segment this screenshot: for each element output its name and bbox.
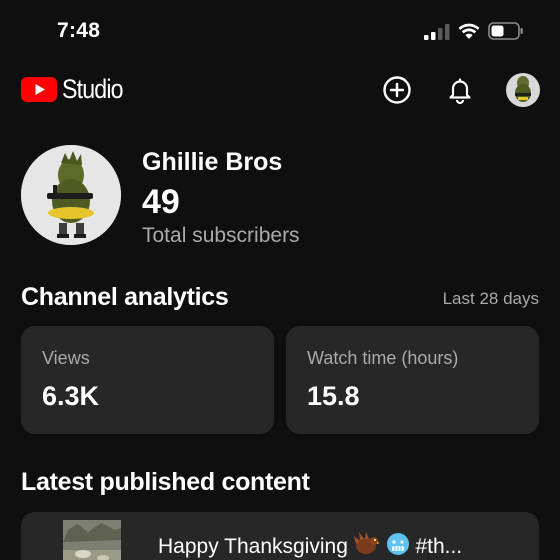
cellular-signal-icon xyxy=(424,24,450,40)
create-button[interactable] xyxy=(381,74,413,106)
create-icon xyxy=(383,76,411,104)
studio-home-screen: 7:48 Studio Ghillie Bros 49 Total subscr… xyxy=(0,0,560,560)
channel-section: Ghillie Bros 49 Total subscribers xyxy=(0,145,560,255)
bell-icon xyxy=(449,78,471,105)
ghillie-character-image xyxy=(21,145,121,245)
watch-time-card[interactable]: Watch time (hours) 15.8 xyxy=(286,326,539,434)
video-title[interactable]: Happy Thanksgiving #th... xyxy=(158,532,462,559)
analytics-heading: Channel analytics xyxy=(21,283,229,311)
channel-avatar[interactable] xyxy=(21,145,121,245)
ghillie-avatar-icon xyxy=(515,76,531,102)
channel-name: Ghillie Bros xyxy=(142,148,283,176)
views-card[interactable]: Views 6.3K xyxy=(21,326,274,434)
thumbnail-image xyxy=(63,520,121,560)
latest-video-card[interactable]: Happy Thanksgiving #th... xyxy=(21,512,539,560)
status-time: 7:48 xyxy=(57,19,101,42)
video-thumbnail[interactable] xyxy=(63,520,121,560)
cold-face-icon xyxy=(386,533,409,555)
status-bar: 7:48 xyxy=(0,0,560,64)
video-title-text: Happy Thanksgiving xyxy=(158,535,348,558)
watch-time-value: 15.8 xyxy=(307,381,360,411)
turkey-icon xyxy=(353,532,380,554)
video-title-suffix: #th... xyxy=(415,535,463,558)
battery-icon xyxy=(488,22,523,40)
logo-text: Studio xyxy=(62,74,124,104)
account-avatar[interactable] xyxy=(506,73,540,107)
studio-logo[interactable]: Studio xyxy=(21,74,133,105)
views-label: Views xyxy=(42,348,90,368)
latest-content-heading: Latest published content xyxy=(21,468,310,496)
youtube-play-icon xyxy=(21,77,57,102)
subscriber-label: Total subscribers xyxy=(142,224,300,247)
notifications-button[interactable] xyxy=(444,74,476,106)
watch-time-label: Watch time (hours) xyxy=(307,348,459,368)
analytics-period: Last 28 days xyxy=(442,289,539,308)
wifi-icon xyxy=(458,23,480,39)
views-value: 6.3K xyxy=(42,381,100,411)
app-header: Studio xyxy=(0,64,560,120)
subscriber-count: 49 xyxy=(142,183,180,221)
